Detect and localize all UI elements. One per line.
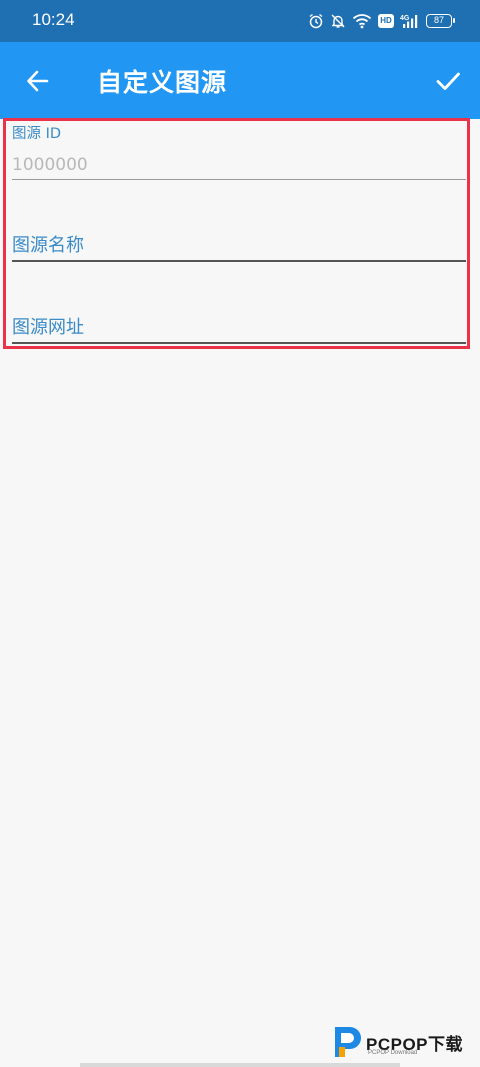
pcpop-logo-icon bbox=[335, 1027, 361, 1057]
source-name-label: 图源名称 bbox=[12, 235, 84, 256]
app-bar: 自定义图源 bbox=[0, 42, 480, 119]
wifi-icon bbox=[352, 14, 372, 29]
hd-icon: HD bbox=[378, 14, 394, 28]
source-name-underline bbox=[12, 260, 466, 262]
source-id-label: 图源 ID bbox=[12, 126, 62, 142]
arrow-left-icon bbox=[27, 70, 49, 92]
source-url-underline bbox=[12, 342, 466, 344]
status-icons: HD 4G 87 bbox=[308, 9, 455, 33]
alarm-icon bbox=[309, 13, 323, 29]
back-button[interactable] bbox=[18, 61, 58, 101]
source-url-field[interactable]: 图源网址 bbox=[12, 316, 466, 344]
source-name-field[interactable]: 图源名称 bbox=[12, 234, 466, 262]
network-label: 4G bbox=[400, 15, 410, 22]
source-id-underline bbox=[12, 179, 466, 180]
page-title: 自定义图源 bbox=[97, 68, 228, 97]
watermark-sub: PCPOP Download bbox=[368, 1050, 418, 1056]
source-id-field: 图源 ID bbox=[12, 123, 466, 180]
check-icon bbox=[436, 72, 460, 90]
confirm-button[interactable] bbox=[428, 61, 468, 101]
status-time: 10:24 bbox=[32, 10, 75, 29]
watermark: PCPOP下载 PCPOP Download bbox=[330, 1021, 478, 1061]
battery-icon: 87 bbox=[426, 14, 455, 28]
4g-signal-icon: 4G bbox=[400, 15, 418, 28]
source-id-input[interactable] bbox=[12, 153, 466, 177]
source-url-label: 图源网址 bbox=[12, 317, 84, 338]
status-bar: 10:24 HD 4G 87 bbox=[0, 0, 480, 42]
nav-bar bbox=[80, 1063, 400, 1067]
mute-icon bbox=[331, 14, 345, 28]
